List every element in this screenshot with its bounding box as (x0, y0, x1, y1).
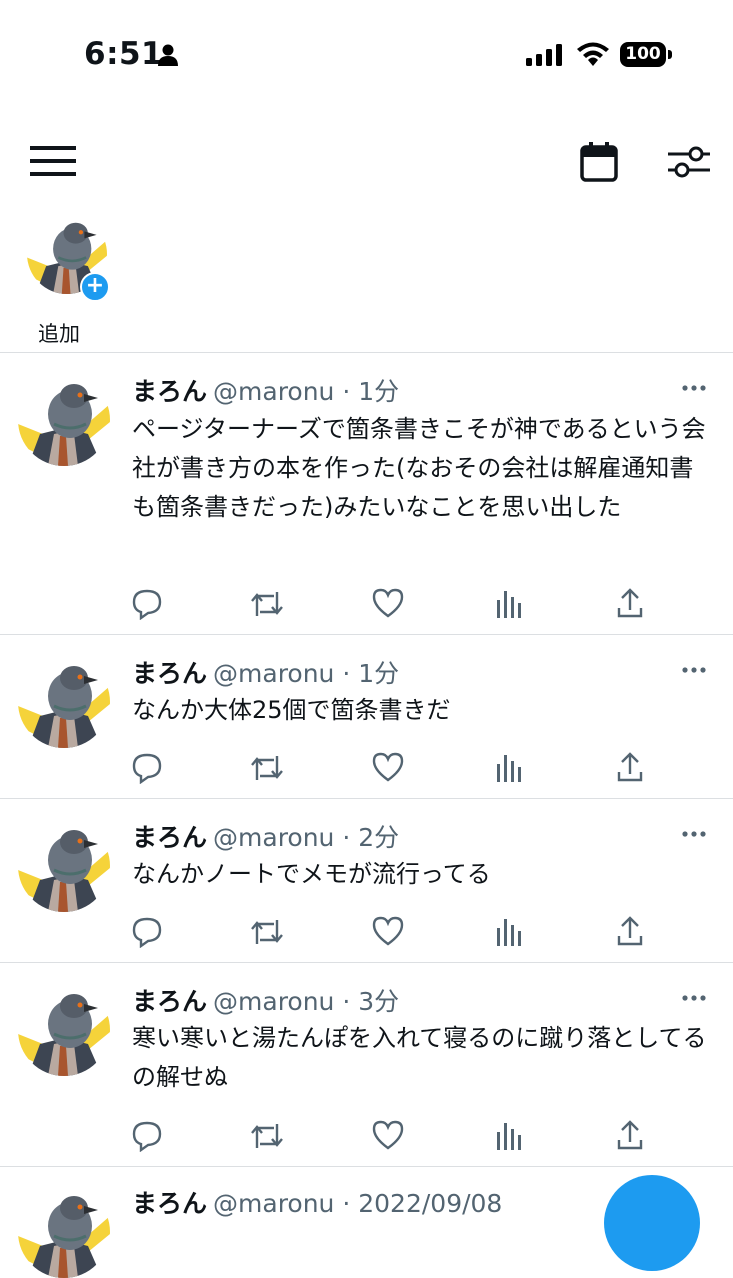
tweet-author-name[interactable]: まろん (132, 823, 207, 852)
person-icon (158, 44, 178, 70)
menu-icon[interactable] (30, 146, 76, 180)
like-icon[interactable] (372, 588, 404, 622)
tweet-actions (132, 588, 652, 622)
cellular-signal-icon (526, 44, 564, 70)
tweet-handle-time: @maronu · 1分 (213, 659, 400, 688)
tweet-handle-time: @maronu · 2022/09/08 (213, 1189, 503, 1218)
share-icon[interactable] (616, 1120, 644, 1154)
tweet-header: まろん @maronu · 3分 (132, 982, 399, 1018)
more-options-icon[interactable] (682, 660, 706, 684)
compose-tweet-button[interactable] (604, 1175, 700, 1271)
tweet-header: まろん @maronu · 2分 (132, 818, 399, 854)
status-time: 6:51 (84, 36, 164, 72)
avatar[interactable] (18, 1186, 110, 1278)
fleet-add-label: 追加 (38, 322, 80, 346)
like-icon[interactable] (372, 752, 404, 786)
more-options-icon[interactable] (682, 988, 706, 1012)
tweet-header: まろん @maronu · 1分 (132, 372, 399, 408)
analytics-icon[interactable] (496, 916, 522, 950)
analytics-icon[interactable] (496, 752, 522, 786)
avatar[interactable] (18, 656, 110, 748)
battery-nub (668, 50, 672, 59)
divider (0, 798, 733, 799)
tweet-header: まろん @maronu · 2022/09/08 (132, 1184, 502, 1220)
avatar[interactable] (18, 984, 110, 1076)
like-icon[interactable] (372, 1120, 404, 1154)
tweet-author-name[interactable]: まろん (132, 659, 207, 688)
tweet-text: 寒い寒いと湯たんぽを入れて寝るのに蹴り落としてるの解せぬ (132, 1024, 707, 1091)
divider (0, 962, 733, 963)
share-icon[interactable] (616, 588, 644, 622)
status-bar: 6:51 100 (0, 0, 733, 110)
tweet-author-name[interactable]: まろん (132, 377, 207, 406)
reply-icon[interactable] (132, 916, 162, 952)
tweet-actions (132, 752, 652, 786)
more-options-icon[interactable] (682, 378, 706, 402)
avatar[interactable] (18, 374, 110, 466)
more-options-icon[interactable] (682, 824, 706, 848)
retweet-icon[interactable] (250, 1120, 284, 1156)
share-icon[interactable] (616, 752, 644, 786)
top-header (0, 130, 733, 190)
filter-settings-icon[interactable] (668, 142, 710, 186)
avatar[interactable] (18, 820, 110, 912)
tweet-text: なんかノートでメモが流行ってる (132, 860, 491, 888)
calendar-icon[interactable] (580, 142, 618, 186)
tweet-actions (132, 1120, 652, 1154)
retweet-icon[interactable] (250, 588, 284, 624)
wifi-icon (576, 42, 610, 72)
share-icon[interactable] (616, 916, 644, 950)
reply-icon[interactable] (132, 752, 162, 788)
analytics-icon[interactable] (496, 588, 522, 622)
tweet-header: まろん @maronu · 1分 (132, 654, 399, 690)
retweet-icon[interactable] (250, 752, 284, 788)
analytics-icon[interactable] (496, 1120, 522, 1154)
tweet-text: なんか大体25個で箇条書きだ (132, 696, 451, 724)
divider (0, 352, 733, 353)
tweet-author-name[interactable]: まろん (132, 987, 207, 1016)
tweet-handle-time: @maronu · 1分 (213, 377, 400, 406)
add-fleet-plus-icon[interactable]: + (80, 272, 110, 302)
reply-icon[interactable] (132, 588, 162, 624)
battery-indicator: 100 (620, 42, 666, 67)
tweet-handle-time: @maronu · 2分 (213, 823, 400, 852)
retweet-icon[interactable] (250, 916, 284, 952)
divider (0, 634, 733, 635)
reply-icon[interactable] (132, 1120, 162, 1156)
like-icon[interactable] (372, 916, 404, 950)
tweet-author-name[interactable]: まろん (132, 1189, 207, 1218)
tweet-actions (132, 916, 652, 950)
tweet-handle-time: @maronu · 3分 (213, 987, 400, 1016)
divider (0, 1166, 733, 1167)
tweet-text: ページターナーズで箇条書きこそが神であるという会社が書き方の本を作った(なおその… (132, 415, 706, 521)
